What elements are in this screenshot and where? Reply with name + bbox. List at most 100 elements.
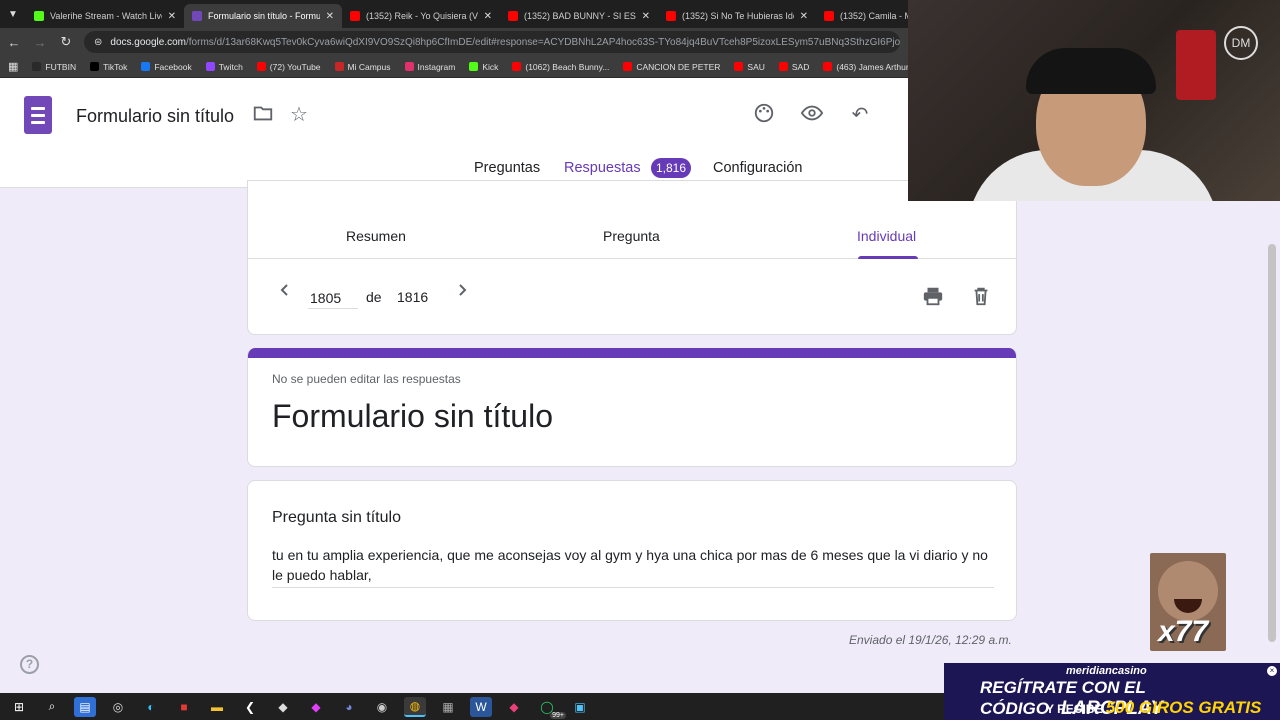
app-pink2-icon[interactable]: ◆	[503, 697, 525, 717]
bookmark-favicon-icon	[404, 62, 414, 71]
document-title[interactable]: Formulario sin título	[76, 106, 234, 127]
tab-favicon-icon	[34, 11, 44, 21]
response-pager: 1805 de 1816	[248, 259, 1016, 335]
app-pink-icon[interactable]: ◆	[305, 697, 327, 717]
preview-eye-icon[interactable]	[799, 102, 825, 128]
print-icon[interactable]	[922, 285, 944, 307]
bookmark-favicon-icon	[32, 62, 42, 71]
next-response-icon[interactable]	[455, 283, 469, 302]
tab-question[interactable]: Pregunta	[603, 228, 660, 244]
bookmark-item[interactable]: Kick	[469, 62, 498, 72]
app-arrow-icon[interactable]: ❮	[239, 697, 261, 717]
bookmark-item[interactable]: (1062) Beach Bunny...	[512, 62, 609, 72]
chrome-icon[interactable]: ◍	[404, 696, 426, 717]
tab-close-icon[interactable]: ✕	[642, 11, 650, 22]
paint-icon[interactable]: ▣	[569, 697, 591, 717]
bookmark-item[interactable]: (72) YouTube	[256, 61, 321, 72]
response-number-input[interactable]: 1805	[308, 287, 358, 309]
delete-icon[interactable]	[970, 285, 992, 307]
tab-questions[interactable]: Preguntas	[474, 160, 540, 176]
previous-response-icon[interactable]	[278, 283, 292, 302]
tab-close-icon[interactable]: ✕	[326, 11, 334, 22]
readonly-notice: No se pueden editar las respuestas	[272, 372, 461, 386]
tab-responses[interactable]: Respuestas	[564, 160, 641, 176]
bookmark-item[interactable]: SAU	[734, 62, 765, 72]
bookmark-label: Mi Campus	[347, 61, 391, 72]
app-icon[interactable]: ◎	[107, 697, 129, 717]
tab-title: Valerihe Stream - Watch Live on	[50, 11, 162, 21]
pager-of-label: de	[366, 289, 382, 305]
tab-close-icon[interactable]: ✕	[168, 11, 176, 22]
edge-icon[interactable]: ◐	[140, 697, 162, 717]
forward-icon[interactable]: →	[32, 35, 48, 50]
casino-offer: 500 GIROS GRATIS	[1105, 698, 1262, 717]
discord-icon[interactable]: ◕	[338, 697, 360, 717]
palette-icon[interactable]	[751, 102, 777, 128]
bookmark-item[interactable]: Mi Campus	[334, 61, 391, 72]
tab-favicon-icon	[666, 11, 676, 21]
bookmark-label: Kick	[482, 61, 499, 72]
form-title-card: No se pueden editar las respuestas Formu…	[247, 348, 1017, 467]
calculator-icon[interactable]: ▦	[437, 697, 459, 717]
meme-text: x77	[1158, 615, 1209, 648]
windows-start-icon[interactable]: ⊞	[8, 697, 30, 717]
url-field[interactable]: ⊜ docs.google.com/forms/d/13ar68Kwq5Tev0…	[84, 31, 900, 53]
browser-tab[interactable]: (1352) Reik - Yo Quisiera (Vide ✕	[342, 4, 500, 28]
tab-individual[interactable]: Individual	[857, 228, 916, 244]
help-icon[interactable]: ?	[20, 655, 39, 674]
bookmark-item[interactable]: Facebook	[141, 62, 192, 72]
undo-icon[interactable]: ↶	[847, 102, 873, 128]
casino-close-icon[interactable]: ×	[1267, 666, 1277, 676]
calendar-icon[interactable]: ▤	[74, 696, 96, 717]
browser-tab[interactable]: (1352) Si No Te Hubieras Ido - Y ✕	[658, 4, 816, 28]
bookmark-label: (1062) Beach Bunny...	[525, 61, 610, 72]
word-icon[interactable]: W	[470, 696, 492, 717]
tab-close-icon[interactable]: ✕	[800, 11, 808, 22]
bookmark-label: Instagram	[417, 61, 456, 72]
title-accent-bar	[248, 348, 1016, 358]
browser-tab[interactable]: Valerihe Stream - Watch Live on ✕	[26, 4, 184, 28]
url-host: docs.google.com	[110, 36, 186, 48]
folder-icon[interactable]	[250, 102, 276, 128]
star-icon[interactable]: ☆	[286, 102, 312, 128]
bookmark-item[interactable]: CANCION DE PETER	[623, 62, 720, 72]
tab-close-icon[interactable]: ✕	[484, 11, 492, 22]
bookmark-item[interactable]: Twitch	[205, 62, 243, 72]
browser-tab[interactable]: Formulario sin título - Formular ✕	[184, 4, 342, 28]
bookmark-item[interactable]: TikTok	[90, 62, 127, 72]
bookmark-favicon-icon	[734, 62, 744, 71]
tab-search-icon[interactable]: ▼	[0, 0, 26, 28]
casino-brand: meridiancasino	[1066, 665, 1147, 677]
search-icon[interactable]: ⌕	[41, 697, 63, 717]
notification-badge: 99+	[550, 711, 566, 719]
bookmark-favicon-icon	[90, 62, 100, 71]
casino-offer-prefix: Y RECIBE	[1046, 702, 1103, 716]
apps-icon[interactable]: ▦	[8, 60, 18, 73]
bookmark-item[interactable]: FUTBIN	[32, 62, 76, 72]
bookmark-favicon-icon	[469, 62, 479, 71]
bookmark-item[interactable]: (463) James Arthur -...	[823, 62, 921, 72]
tab-summary[interactable]: Resumen	[346, 228, 406, 244]
bookmark-favicon-icon	[256, 62, 266, 71]
reload-icon[interactable]: ↻	[58, 34, 74, 50]
bookmark-item[interactable]: Instagram	[404, 61, 456, 72]
bookmark-favicon-icon	[205, 62, 215, 71]
obs-icon[interactable]: ◉	[371, 697, 393, 717]
bookmark-favicon-icon	[778, 62, 788, 71]
submitted-timestamp: Enviado el 19/1/26, 12:29 a.m.	[849, 633, 1012, 647]
bookmark-label: (72) YouTube	[269, 61, 321, 72]
bookmark-item[interactable]: SAD	[778, 62, 809, 72]
whatsapp-icon[interactable]: ◯ 99+	[536, 697, 566, 719]
back-icon[interactable]: ←	[6, 35, 22, 50]
app-pen-icon[interactable]: ◆	[272, 697, 294, 717]
google-forms-logo-icon[interactable]	[24, 96, 52, 134]
file-explorer-icon[interactable]: ▬	[206, 697, 228, 717]
site-info-icon[interactable]: ⊜	[94, 37, 102, 48]
tab-favicon-icon	[824, 11, 834, 21]
page-scrollbar[interactable]	[1268, 244, 1276, 642]
browser-tab[interactable]: (1352) BAD BUNNY - SI ESTUVI ✕	[500, 4, 658, 28]
app-red-icon[interactable]: ■	[173, 697, 195, 717]
meme-sticker: x77	[1150, 553, 1226, 651]
tab-settings[interactable]: Configuración	[713, 160, 802, 176]
casino-banner[interactable]: meridiancasino REGÍTRATE CON EL CÓDIGO LA…	[944, 663, 1280, 720]
